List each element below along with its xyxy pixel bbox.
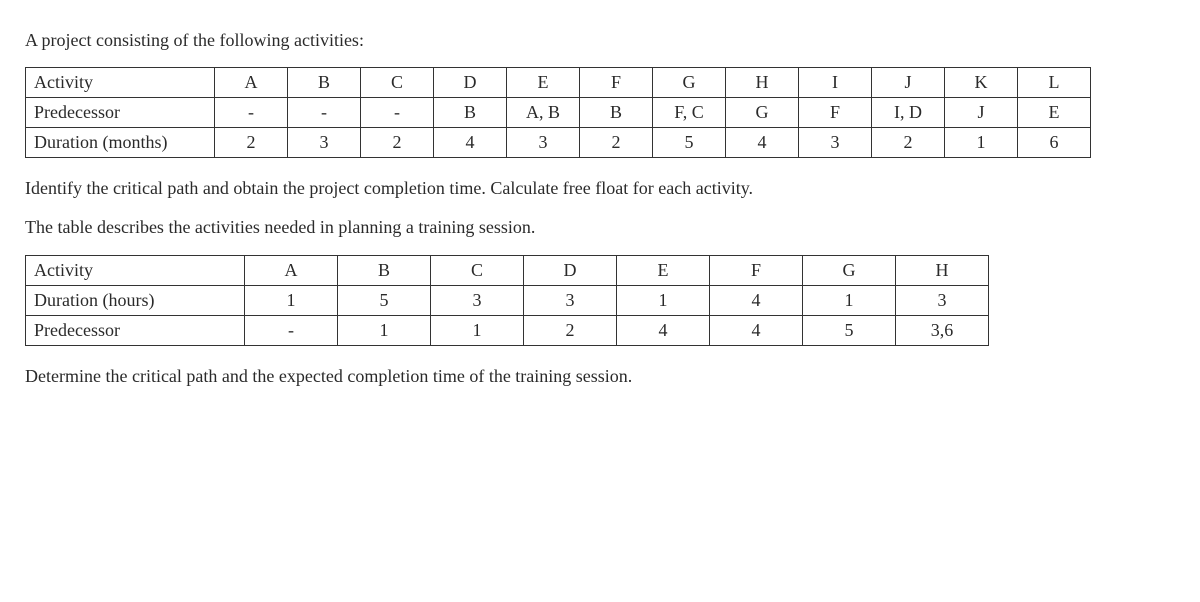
cell: A, B bbox=[507, 98, 580, 128]
cell: E bbox=[1018, 98, 1091, 128]
cell: - bbox=[361, 98, 434, 128]
table-row: Predecessor - 1 1 2 4 4 5 3,6 bbox=[26, 315, 989, 345]
cell: 4 bbox=[726, 128, 799, 158]
cell: 2 bbox=[524, 315, 617, 345]
intro-paragraph-1: A project consisting of the following ac… bbox=[25, 28, 1175, 53]
cell: B bbox=[338, 255, 431, 285]
cell: D bbox=[434, 68, 507, 98]
row-header-activity: Activity bbox=[26, 68, 215, 98]
cell: 3 bbox=[799, 128, 872, 158]
cell: C bbox=[361, 68, 434, 98]
cell: - bbox=[288, 98, 361, 128]
intro-paragraph-2: The table describes the activities neede… bbox=[25, 215, 1175, 240]
cell: H bbox=[896, 255, 989, 285]
cell: G bbox=[653, 68, 726, 98]
cell: I, D bbox=[872, 98, 945, 128]
cell: A bbox=[215, 68, 288, 98]
cell: 3 bbox=[431, 285, 524, 315]
cell: 2 bbox=[215, 128, 288, 158]
cell: J bbox=[945, 98, 1018, 128]
row-header-duration: Duration (hours) bbox=[26, 285, 245, 315]
cell: 1 bbox=[431, 315, 524, 345]
cell: 5 bbox=[338, 285, 431, 315]
cell: 1 bbox=[945, 128, 1018, 158]
cell: 3,6 bbox=[896, 315, 989, 345]
cell: 3 bbox=[896, 285, 989, 315]
cell: C bbox=[431, 255, 524, 285]
table-row: Duration (months) 2 3 2 4 3 2 5 4 3 2 1 … bbox=[26, 128, 1091, 158]
table-row: Activity A B C D E F G H I J K L bbox=[26, 68, 1091, 98]
cell: 1 bbox=[803, 285, 896, 315]
table-row: Activity A B C D E F G H bbox=[26, 255, 989, 285]
table-row: Predecessor - - - B A, B B F, C G F I, D… bbox=[26, 98, 1091, 128]
cell: 2 bbox=[361, 128, 434, 158]
cell: I bbox=[799, 68, 872, 98]
cell: 1 bbox=[338, 315, 431, 345]
cell: 4 bbox=[710, 285, 803, 315]
cell: G bbox=[726, 98, 799, 128]
cell: H bbox=[726, 68, 799, 98]
cell: B bbox=[434, 98, 507, 128]
row-header-predecessor: Predecessor bbox=[26, 315, 245, 345]
table-row: Duration (hours) 1 5 3 3 1 4 1 3 bbox=[26, 285, 989, 315]
cell: 2 bbox=[580, 128, 653, 158]
question-1: Identify the critical path and obtain th… bbox=[25, 176, 1175, 201]
cell: J bbox=[872, 68, 945, 98]
cell: G bbox=[803, 255, 896, 285]
row-header-duration: Duration (months) bbox=[26, 128, 215, 158]
activities-table-1: Activity A B C D E F G H I J K L Predece… bbox=[25, 67, 1091, 158]
cell: 6 bbox=[1018, 128, 1091, 158]
cell: E bbox=[507, 68, 580, 98]
row-header-predecessor: Predecessor bbox=[26, 98, 215, 128]
cell: D bbox=[524, 255, 617, 285]
cell: E bbox=[617, 255, 710, 285]
cell: F bbox=[799, 98, 872, 128]
cell: 5 bbox=[653, 128, 726, 158]
cell: F, C bbox=[653, 98, 726, 128]
question-2: Determine the critical path and the expe… bbox=[25, 364, 1175, 389]
cell: F bbox=[710, 255, 803, 285]
cell: 4 bbox=[617, 315, 710, 345]
cell: 3 bbox=[507, 128, 580, 158]
cell: 3 bbox=[288, 128, 361, 158]
cell: B bbox=[288, 68, 361, 98]
cell: L bbox=[1018, 68, 1091, 98]
cell: - bbox=[245, 315, 338, 345]
cell: - bbox=[215, 98, 288, 128]
cell: F bbox=[580, 68, 653, 98]
cell: 4 bbox=[710, 315, 803, 345]
cell: 1 bbox=[245, 285, 338, 315]
cell: 5 bbox=[803, 315, 896, 345]
row-header-activity: Activity bbox=[26, 255, 245, 285]
cell: 2 bbox=[872, 128, 945, 158]
cell: B bbox=[580, 98, 653, 128]
cell: K bbox=[945, 68, 1018, 98]
activities-table-2: Activity A B C D E F G H Duration (hours… bbox=[25, 255, 989, 346]
cell: 4 bbox=[434, 128, 507, 158]
cell: A bbox=[245, 255, 338, 285]
cell: 3 bbox=[524, 285, 617, 315]
cell: 1 bbox=[617, 285, 710, 315]
